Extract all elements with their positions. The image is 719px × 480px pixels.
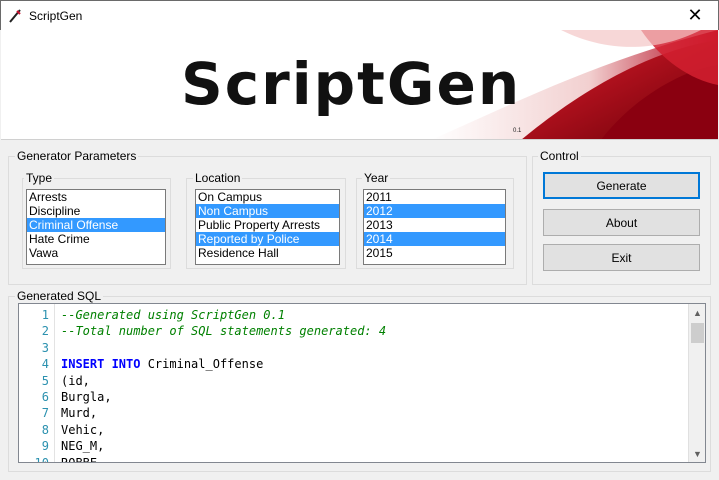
code-text: (id,	[49, 373, 90, 389]
line-number: 4	[41, 357, 49, 372]
location-listbox[interactable]: On Campus Non Campus Public Property Arr…	[195, 189, 340, 265]
code-token: ROBBE	[61, 455, 98, 463]
window-title: ScriptGen	[29, 9, 83, 23]
list-item[interactable]: Arrests	[27, 190, 165, 204]
line-number: 5	[41, 373, 49, 388]
sql-lines: 1 --Generated using ScriptGen 0.1 2 --Total…	[19, 307, 387, 463]
list-item[interactable]: Public Property Arrests	[196, 218, 339, 232]
title-bar: ScriptGen ✕	[0, 0, 719, 30]
code-token: INSERT INTO	[61, 357, 141, 372]
code-token: (id,	[61, 373, 90, 388]
code-line: 4 INSERT INTO Criminal_Offense	[19, 356, 386, 372]
list-item[interactable]: Hate Crime	[27, 232, 165, 246]
code-token: --Generated using ScriptGen 0.1	[61, 308, 285, 322]
code-token: --Total number of SQL statements generat…	[61, 324, 387, 339]
list-item[interactable]: Criminal Offense	[27, 218, 165, 232]
list-item[interactable]: 2013	[364, 218, 505, 232]
list-item[interactable]: Discipline	[27, 204, 165, 218]
generated-sql-legend: Generated SQL	[15, 289, 104, 303]
location-label: Location	[193, 171, 243, 185]
line-number: 1	[41, 308, 49, 322]
sql-editor[interactable]: 1 --Generated using ScriptGen 0.1 2 --Total…	[18, 303, 706, 463]
list-item[interactable]: 2014	[364, 232, 505, 246]
line-number: 10	[34, 455, 49, 463]
code-line: 9 NEG_M,	[19, 438, 386, 454]
code-line: 10 ROBBE	[19, 455, 386, 463]
control-legend: Control	[538, 149, 581, 163]
list-item[interactable]: 2012	[364, 204, 505, 218]
code-text: Vehic,	[49, 422, 104, 438]
vertical-scrollbar[interactable]: ▲ ▼	[688, 304, 705, 462]
list-item[interactable]: Non Campus	[196, 204, 339, 218]
banner-logo: ScriptGen	[181, 50, 522, 118]
line-number: 9	[41, 439, 49, 454]
close-icon: ✕	[687, 5, 703, 25]
code-token: Criminal_Offense	[140, 357, 264, 372]
code-text: Burgla,	[49, 389, 112, 405]
about-button[interactable]: About	[543, 209, 700, 236]
code-text: Murd,	[49, 405, 97, 421]
list-item[interactable]: Residence Hall	[196, 246, 339, 260]
code-text: INSERT INTO Criminal_Offense	[49, 356, 263, 372]
code-text: ROBBE	[49, 455, 98, 463]
code-token: Burgla,	[61, 389, 112, 404]
code-token: Murd,	[61, 406, 98, 421]
code-text: NEG_M,	[49, 438, 104, 454]
line-number: 8	[41, 422, 49, 437]
code-token: NEG_M,	[61, 439, 105, 454]
chevron-down-icon[interactable]: ▼	[689, 445, 705, 462]
type-label: Type	[24, 171, 55, 185]
year-label: Year	[362, 171, 391, 185]
list-item[interactable]: Reported by Police	[196, 232, 339, 246]
line-number: 3	[41, 340, 49, 355]
code-line: 3	[19, 340, 386, 356]
chevron-up-icon[interactable]: ▲	[689, 304, 705, 321]
line-number: 2	[41, 324, 49, 339]
generate-button[interactable]: Generate	[543, 172, 700, 199]
banner-version: 0.1	[513, 128, 522, 134]
code-line: 1 --Generated using ScriptGen 0.1	[19, 307, 386, 323]
generator-parameters-legend: Generator Parameters	[15, 149, 139, 163]
code-text: --Total number of SQL statements generat…	[49, 323, 386, 339]
exit-button[interactable]: Exit	[543, 244, 700, 271]
code-line: 8 Vehic,	[19, 422, 386, 438]
scrollbar-thumb[interactable]	[691, 323, 704, 343]
list-item[interactable]: 2015	[364, 246, 505, 260]
year-listbox[interactable]: 2011 2012 2013 2014 2015	[363, 189, 506, 265]
line-number: 6	[41, 389, 49, 404]
line-number: 7	[41, 406, 49, 421]
close-button[interactable]: ✕	[672, 1, 718, 30]
code-line: 7 Murd,	[19, 405, 386, 421]
code-line: 5 (id,	[19, 373, 386, 389]
list-item[interactable]: 2011	[364, 190, 505, 204]
list-item[interactable]: On Campus	[196, 190, 339, 204]
scriptgen-app-icon	[9, 9, 21, 23]
type-listbox[interactable]: Arrests Discipline Criminal Offense Hate…	[26, 189, 166, 265]
code-line: 2 --Total number of SQL statements genera…	[19, 323, 386, 339]
code-text: --Generated using ScriptGen 0.1	[49, 307, 285, 323]
code-line: 6 Burgla,	[19, 389, 386, 405]
banner: ScriptGen 0.1	[1, 30, 718, 140]
list-item[interactable]: Vawa	[27, 246, 165, 260]
code-token: Vehic,	[61, 422, 105, 437]
